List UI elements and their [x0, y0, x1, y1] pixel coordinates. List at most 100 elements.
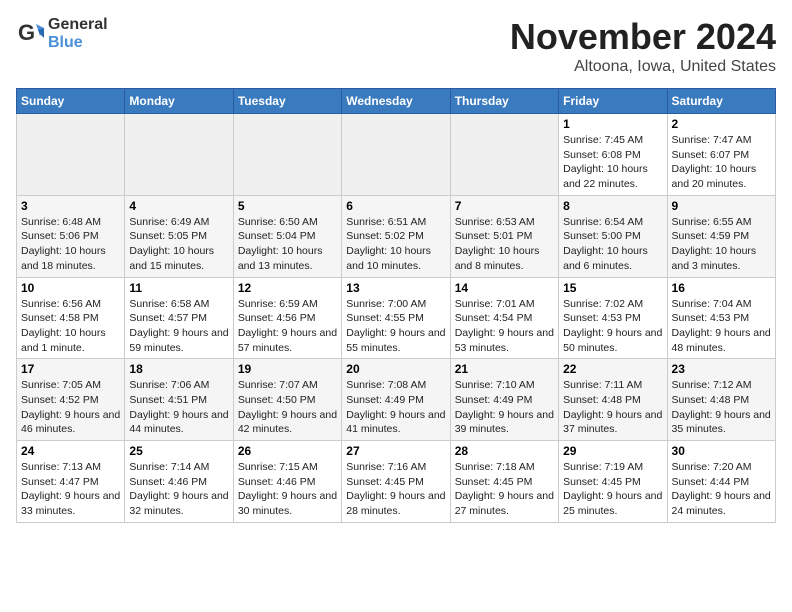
calendar-cell: 21 Sunrise: 7:10 AMSunset: 4:49 PMDayligh…	[450, 359, 558, 441]
logo-general: General	[48, 16, 108, 33]
calendar-header: SundayMondayTuesdayWednesdayThursdayFrid…	[17, 89, 776, 114]
calendar-cell: 7 Sunrise: 6:53 AMSunset: 5:01 PMDaylight…	[450, 195, 558, 277]
day-number: 15	[563, 281, 662, 295]
calendar-cell: 14Sunrise: 7:01 AMSunset: 4:54 PMDayligh…	[450, 277, 558, 359]
weekday-header: Monday	[125, 89, 233, 114]
day-info: Sunrise: 6:48 AMSunset: 5:06 PMDaylight:…	[21, 215, 120, 274]
title-block: November 2024 Altoona, Iowa, United Stat…	[510, 16, 776, 76]
calendar-cell: 9 Sunrise: 6:55 AMSunset: 4:59 PMDaylight…	[667, 195, 775, 277]
day-info: Sunrise: 7:47 AMSunset: 6:07 PMDaylight:…	[672, 133, 771, 192]
calendar-cell: 16 Sunrise: 7:04 AMSunset: 4:53 PMDayligh…	[667, 277, 775, 359]
day-number: 9	[672, 199, 771, 213]
calendar-cell: 26 Sunrise: 7:15 AMSunset: 4:46 PMDayligh…	[233, 441, 341, 523]
calendar-cell: 28 Sunrise: 7:18 AMSunset: 4:45 PMDayligh…	[450, 441, 558, 523]
day-info: Sunrise: 7:18 AMSunset: 4:45 PMDaylight:…	[455, 460, 554, 519]
day-number: 18	[129, 362, 228, 376]
day-number: 2	[672, 117, 771, 131]
calendar-cell	[125, 114, 233, 196]
day-number: 7	[455, 199, 554, 213]
day-info: Sunrise: 6:49 AMSunset: 5:05 PMDaylight:…	[129, 215, 228, 274]
day-info: Sunrise: 7:20 AMSunset: 4:44 PMDaylight:…	[672, 460, 771, 519]
day-number: 29	[563, 444, 662, 458]
calendar-cell: 8 Sunrise: 6:54 AMSunset: 5:00 PMDaylight…	[559, 195, 667, 277]
day-info: Sunrise: 7:04 AMSunset: 4:53 PMDaylight:…	[672, 297, 771, 356]
day-info: Sunrise: 7:02 AMSunset: 4:53 PMDaylight:…	[563, 297, 662, 356]
day-info: Sunrise: 7:06 AMSunset: 4:51 PMDaylight:…	[129, 378, 228, 437]
calendar-cell	[233, 114, 341, 196]
day-number: 12	[238, 281, 337, 295]
calendar-cell: 6Sunrise: 6:51 AMSunset: 5:02 PMDaylight…	[342, 195, 450, 277]
day-info: Sunrise: 7:11 AMSunset: 4:48 PMDaylight:…	[563, 378, 662, 437]
day-info: Sunrise: 7:15 AMSunset: 4:46 PMDaylight:…	[238, 460, 337, 519]
location-title: Altoona, Iowa, United States	[510, 58, 776, 76]
day-info: Sunrise: 6:53 AMSunset: 5:01 PMDaylight:…	[455, 215, 554, 274]
day-number: 21	[455, 362, 554, 376]
calendar-cell: 12Sunrise: 6:59 AMSunset: 4:56 PMDayligh…	[233, 277, 341, 359]
day-number: 10	[21, 281, 120, 295]
calendar-cell: 10 Sunrise: 6:56 AMSunset: 4:58 PMDayligh…	[17, 277, 125, 359]
calendar-week-row: 24 Sunrise: 7:13 AMSunset: 4:47 PMDayligh…	[17, 441, 776, 523]
calendar-week-row: 1 Sunrise: 7:45 AMSunset: 6:08 PMDaylight…	[17, 114, 776, 196]
calendar-cell: 15 Sunrise: 7:02 AMSunset: 4:53 PMDayligh…	[559, 277, 667, 359]
day-info: Sunrise: 6:58 AMSunset: 4:57 PMDaylight:…	[129, 297, 228, 356]
day-number: 3	[21, 199, 120, 213]
day-number: 4	[129, 199, 228, 213]
calendar-cell: 22Sunrise: 7:11 AMSunset: 4:48 PMDayligh…	[559, 359, 667, 441]
calendar-cell: 13Sunrise: 7:00 AMSunset: 4:55 PMDayligh…	[342, 277, 450, 359]
calendar-cell: 18 Sunrise: 7:06 AMSunset: 4:51 PMDayligh…	[125, 359, 233, 441]
logo-icon: G	[16, 20, 44, 48]
calendar-cell: 11 Sunrise: 6:58 AMSunset: 4:57 PMDayligh…	[125, 277, 233, 359]
calendar-cell: 1 Sunrise: 7:45 AMSunset: 6:08 PMDaylight…	[559, 114, 667, 196]
day-number: 5	[238, 199, 337, 213]
day-number: 13	[346, 281, 445, 295]
calendar-week-row: 17Sunrise: 7:05 AMSunset: 4:52 PMDayligh…	[17, 359, 776, 441]
calendar-cell: 20Sunrise: 7:08 AMSunset: 4:49 PMDayligh…	[342, 359, 450, 441]
day-number: 25	[129, 444, 228, 458]
calendar-cell: 25Sunrise: 7:14 AMSunset: 4:46 PMDayligh…	[125, 441, 233, 523]
day-number: 28	[455, 444, 554, 458]
day-info: Sunrise: 6:56 AMSunset: 4:58 PMDaylight:…	[21, 297, 120, 356]
day-info: Sunrise: 7:45 AMSunset: 6:08 PMDaylight:…	[563, 133, 662, 192]
day-info: Sunrise: 6:50 AMSunset: 5:04 PMDaylight:…	[238, 215, 337, 274]
weekday-header: Friday	[559, 89, 667, 114]
day-number: 26	[238, 444, 337, 458]
day-info: Sunrise: 6:55 AMSunset: 4:59 PMDaylight:…	[672, 215, 771, 274]
day-info: Sunrise: 7:10 AMSunset: 4:49 PMDaylight:…	[455, 378, 554, 437]
logo-blue: Blue	[48, 34, 83, 51]
calendar-cell: 17Sunrise: 7:05 AMSunset: 4:52 PMDayligh…	[17, 359, 125, 441]
calendar-cell: 3 Sunrise: 6:48 AMSunset: 5:06 PMDaylight…	[17, 195, 125, 277]
day-number: 16	[672, 281, 771, 295]
calendar-week-row: 10 Sunrise: 6:56 AMSunset: 4:58 PMDayligh…	[17, 277, 776, 359]
weekday-header: Saturday	[667, 89, 775, 114]
page-header: G General Blue November 2024 Altoona, Io…	[16, 16, 776, 76]
svg-text:G: G	[18, 20, 35, 45]
weekday-header: Tuesday	[233, 89, 341, 114]
day-info: Sunrise: 7:05 AMSunset: 4:52 PMDaylight:…	[21, 378, 120, 437]
day-info: Sunrise: 7:16 AMSunset: 4:45 PMDaylight:…	[346, 460, 445, 519]
calendar-cell: 2 Sunrise: 7:47 AMSunset: 6:07 PMDaylight…	[667, 114, 775, 196]
day-info: Sunrise: 7:12 AMSunset: 4:48 PMDaylight:…	[672, 378, 771, 437]
calendar-week-row: 3 Sunrise: 6:48 AMSunset: 5:06 PMDaylight…	[17, 195, 776, 277]
day-info: Sunrise: 7:19 AMSunset: 4:45 PMDaylight:…	[563, 460, 662, 519]
day-number: 23	[672, 362, 771, 376]
calendar-cell: 29 Sunrise: 7:19 AMSunset: 4:45 PMDayligh…	[559, 441, 667, 523]
month-title: November 2024	[510, 16, 776, 58]
day-number: 8	[563, 199, 662, 213]
calendar-table: SundayMondayTuesdayWednesdayThursdayFrid…	[16, 88, 776, 523]
calendar-cell	[342, 114, 450, 196]
weekday-header: Sunday	[17, 89, 125, 114]
calendar-cell: 23 Sunrise: 7:12 AMSunset: 4:48 PMDayligh…	[667, 359, 775, 441]
calendar-cell: 5 Sunrise: 6:50 AMSunset: 5:04 PMDaylight…	[233, 195, 341, 277]
day-number: 1	[563, 117, 662, 131]
day-info: Sunrise: 7:13 AMSunset: 4:47 PMDaylight:…	[21, 460, 120, 519]
calendar-cell	[17, 114, 125, 196]
day-number: 24	[21, 444, 120, 458]
day-info: Sunrise: 6:54 AMSunset: 5:00 PMDaylight:…	[563, 215, 662, 274]
calendar-cell: 24 Sunrise: 7:13 AMSunset: 4:47 PMDayligh…	[17, 441, 125, 523]
day-info: Sunrise: 7:01 AMSunset: 4:54 PMDaylight:…	[455, 297, 554, 356]
day-number: 19	[238, 362, 337, 376]
calendar-cell	[450, 114, 558, 196]
day-info: Sunrise: 7:08 AMSunset: 4:49 PMDaylight:…	[346, 378, 445, 437]
day-number: 6	[346, 199, 445, 213]
day-number: 11	[129, 281, 228, 295]
